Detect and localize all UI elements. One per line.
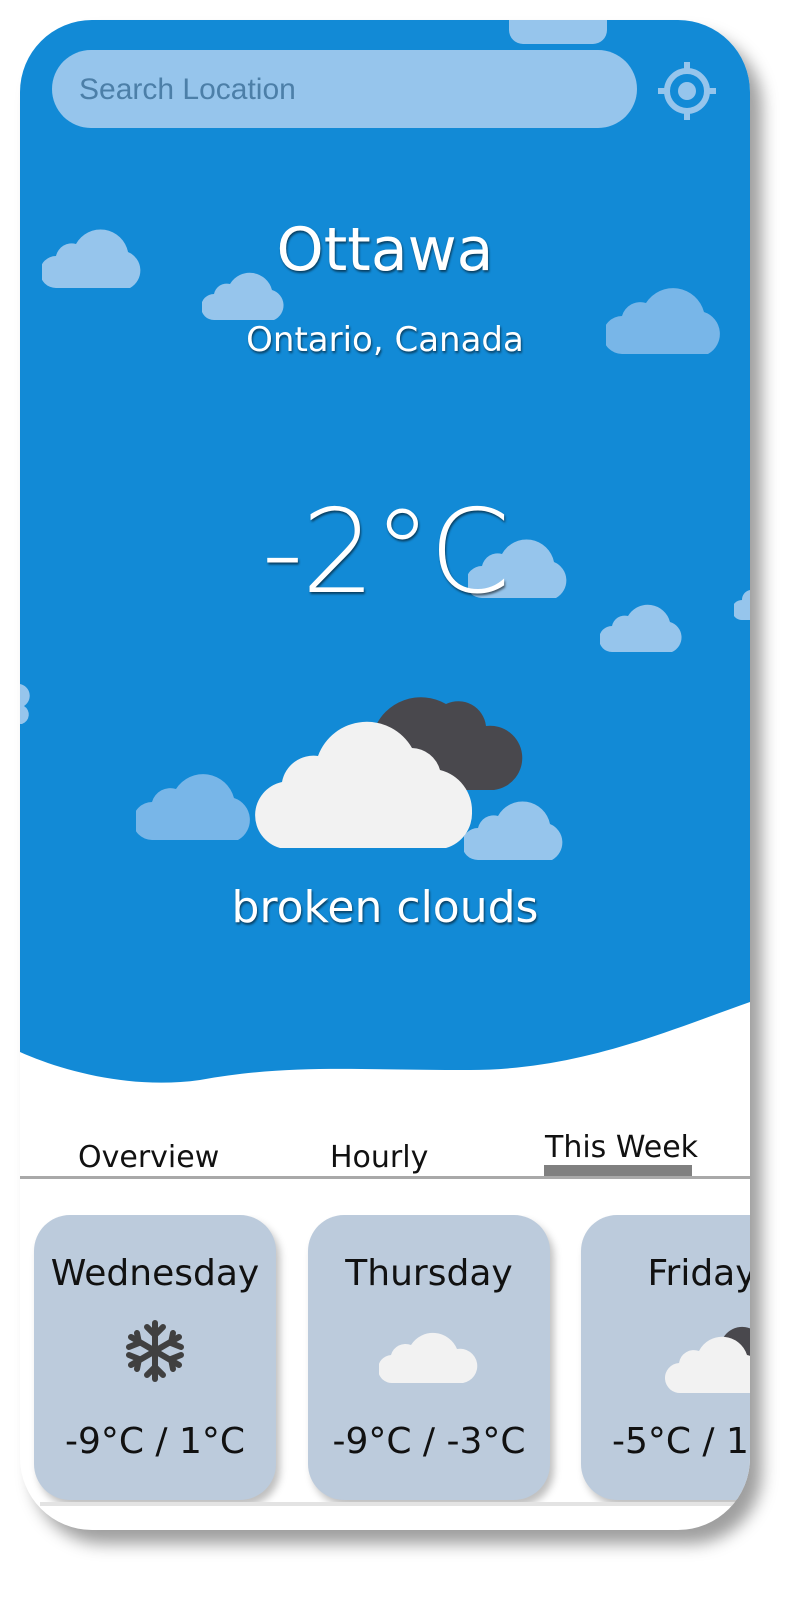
current-temperature: -2°C xyxy=(261,485,511,620)
search-input[interactable] xyxy=(77,50,621,130)
forecast-day: Friday xyxy=(647,1253,750,1294)
forecast-card[interactable]: Wednesday -9°C / 1°C xyxy=(34,1215,276,1500)
weather-hero: Ottawa Ontario, Canada -2°C broken cloud… xyxy=(20,20,750,1105)
cloud-icon xyxy=(20,684,30,724)
broken-clouds-icon xyxy=(664,1326,750,1394)
forecast-strip[interactable]: Wednesday -9°C / 1°C Thursday -9°C / -3°… xyxy=(20,1215,750,1505)
phone-frame: Ottawa Ontario, Canada -2°C broken cloud… xyxy=(20,20,750,1530)
bottom-divider xyxy=(40,1502,740,1506)
forecast-temps: -9°C / -3°C xyxy=(332,1421,526,1462)
tab-overview[interactable]: Overview xyxy=(78,1140,219,1175)
forecast-day: Wednesday xyxy=(50,1253,260,1294)
forecast-temps: -5°C / 1°C xyxy=(611,1421,750,1462)
forecast-card[interactable]: Thursday -9°C / -3°C xyxy=(308,1215,550,1500)
tab-hourly[interactable]: Hourly xyxy=(330,1140,428,1175)
city-name: Ottawa xyxy=(276,215,494,285)
cloud-icon xyxy=(136,774,250,840)
region-name: Ontario, Canada xyxy=(246,320,524,360)
forecast-card[interactable]: Friday -5°C / 1°C xyxy=(581,1215,750,1500)
pull-tab[interactable] xyxy=(509,20,607,44)
locate-icon[interactable] xyxy=(656,60,718,122)
snowflake-icon xyxy=(126,1320,184,1382)
forecast-day: Thursday xyxy=(345,1253,513,1294)
tab-divider xyxy=(20,1176,750,1179)
tab-this-week[interactable]: This Week xyxy=(545,1130,698,1165)
search-bar[interactable] xyxy=(52,50,637,130)
forecast-temps: -9°C / 1°C xyxy=(64,1421,246,1462)
broken-clouds-icon xyxy=(255,697,523,848)
cloud-icon xyxy=(377,1332,478,1384)
weather-description: broken clouds xyxy=(231,882,539,933)
